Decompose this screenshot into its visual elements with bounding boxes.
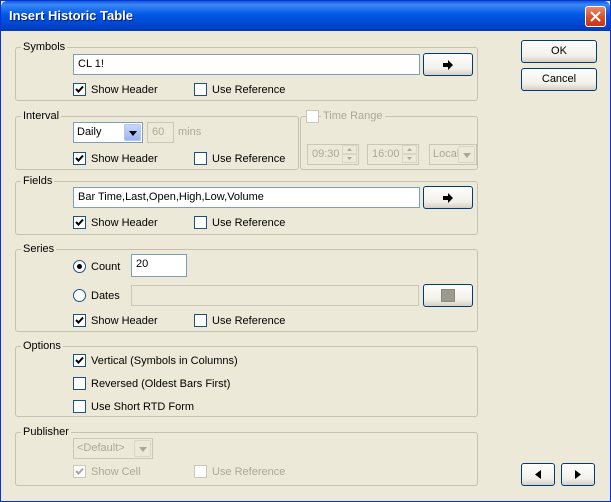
- time-range-end-value: 16:00: [372, 148, 400, 160]
- options-group-label: Options: [21, 339, 63, 353]
- right-triangle-icon: [575, 470, 581, 482]
- time-range-start-input[interactable]: 09:30: [307, 144, 359, 165]
- publisher-group-label: Publisher: [21, 425, 71, 439]
- interval-show-header-checkbox[interactable]: [73, 152, 86, 165]
- publisher-show-cell-checkbox[interactable]: [73, 465, 86, 478]
- symbols-picker-button[interactable]: [423, 53, 473, 76]
- title-bar[interactable]: Insert Historic Table: [1, 1, 610, 31]
- series-show-header-checkbox[interactable]: [73, 314, 86, 327]
- time-range-end-input[interactable]: 16:00: [367, 144, 419, 165]
- ok-button[interactable]: OK: [521, 40, 597, 63]
- symbols-use-reference-label: Use Reference: [212, 84, 286, 96]
- options-group: Options Vertical (Symbols in Columns) Re…: [15, 339, 478, 417]
- symbols-group-label: Symbols: [21, 40, 68, 54]
- time-range-start-value: 09:30: [312, 148, 340, 160]
- series-group-label: Series: [21, 242, 57, 256]
- end-spin-up-icon[interactable]: [402, 145, 417, 154]
- interval-show-header-label: Show Header: [91, 153, 158, 165]
- next-button[interactable]: [561, 463, 595, 486]
- publisher-show-cell-label: Show Cell: [91, 466, 141, 478]
- right-arrow-icon: [442, 60, 454, 74]
- start-spin-down-icon[interactable]: [342, 154, 357, 163]
- start-spin-up-icon[interactable]: [342, 145, 357, 154]
- left-triangle-icon: [535, 470, 541, 482]
- publisher-use-reference-label: Use Reference: [212, 466, 286, 478]
- close-button[interactable]: [585, 6, 606, 27]
- symbols-show-header-label: Show Header: [91, 84, 158, 96]
- cancel-button[interactable]: Cancel: [521, 68, 597, 91]
- fields-input[interactable]: Bar Time,Last,Open,High,Low,Volume: [73, 187, 420, 208]
- interval-group-label: Interval: [21, 109, 62, 123]
- cancel-label: Cancel: [541, 73, 577, 85]
- series-dates-input[interactable]: [131, 285, 419, 306]
- window-title: Insert Historic Table: [9, 8, 134, 23]
- chevron-down-icon[interactable]: [458, 146, 475, 163]
- fields-picker-button[interactable]: [423, 186, 473, 209]
- fields-use-reference-label: Use Reference: [212, 217, 286, 229]
- series-dates-picker-button[interactable]: [423, 284, 473, 307]
- fields-show-header-label: Show Header: [91, 217, 158, 229]
- time-range-zone-value: Local: [433, 148, 460, 160]
- options-short-rtd-checkbox[interactable]: [73, 400, 86, 413]
- publisher-group: Publisher <Default> Show Cell Use Refere…: [15, 425, 478, 486]
- symbols-group: Symbols CL 1! Show Header Use Reference: [15, 40, 478, 101]
- insert-historic-table-dialog: Insert Historic Table OK Cancel Symbols …: [0, 0, 611, 502]
- interval-minutes-unit: mins: [178, 126, 202, 138]
- symbols-use-reference-checkbox[interactable]: [194, 83, 207, 96]
- symbols-show-header-checkbox[interactable]: [73, 83, 86, 96]
- calendar-icon: [441, 289, 455, 302]
- fields-group: Fields Bar Time,Last,Open,High,Low,Volum…: [15, 174, 478, 235]
- series-use-reference-label: Use Reference: [212, 315, 286, 327]
- interval-use-reference-checkbox[interactable]: [194, 152, 207, 165]
- chevron-down-icon[interactable]: [134, 440, 151, 457]
- interval-minutes-input[interactable]: 60: [147, 122, 174, 143]
- ok-label: OK: [551, 45, 567, 57]
- series-group: Series Count 20 Dates Show Header Use Re…: [15, 242, 478, 332]
- end-spin-down-icon[interactable]: [402, 154, 417, 163]
- time-range-group: Time Range 09:30 16:00 Local: [300, 109, 478, 170]
- series-count-radio[interactable]: [73, 260, 86, 273]
- series-count-label: Count: [91, 261, 121, 273]
- interval-group: Interval Daily 60 mins Show Header Use R…: [15, 109, 299, 170]
- previous-button[interactable]: [521, 463, 555, 486]
- time-range-checkbox[interactable]: [306, 110, 319, 123]
- series-show-header-label: Show Header: [91, 315, 158, 327]
- interval-use-reference-label: Use Reference: [212, 153, 286, 165]
- fields-group-label: Fields: [21, 174, 55, 188]
- time-range-zone-select[interactable]: Local: [429, 144, 477, 165]
- options-short-rtd-label: Use Short RTD Form: [91, 401, 195, 413]
- series-count-input[interactable]: 20: [131, 254, 187, 277]
- fields-use-reference-checkbox[interactable]: [194, 216, 207, 229]
- options-vertical-checkbox[interactable]: [73, 354, 86, 367]
- dialog-body: OK Cancel Symbols CL 1! Show Header Use …: [4, 31, 607, 500]
- options-vertical-label: Vertical (Symbols in Columns): [91, 355, 238, 367]
- options-reversed-label: Reversed (Oldest Bars First): [91, 378, 231, 390]
- publisher-use-reference-checkbox[interactable]: [194, 465, 207, 478]
- series-use-reference-checkbox[interactable]: [194, 314, 207, 327]
- interval-period-value: Daily: [77, 126, 102, 138]
- series-dates-label: Dates: [91, 290, 120, 302]
- time-range-label: Time Range: [321, 109, 385, 123]
- interval-period-select[interactable]: Daily: [73, 122, 143, 143]
- right-arrow-icon: [442, 193, 454, 207]
- options-reversed-checkbox[interactable]: [73, 377, 86, 390]
- series-dates-radio[interactable]: [73, 289, 86, 302]
- chevron-down-icon[interactable]: [124, 124, 141, 141]
- symbols-input[interactable]: CL 1!: [73, 54, 420, 75]
- publisher-selected-value: <Default>: [77, 442, 125, 454]
- radio-dot-icon: [77, 264, 82, 269]
- publisher-select[interactable]: <Default>: [73, 438, 153, 459]
- fields-show-header-checkbox[interactable]: [73, 216, 86, 229]
